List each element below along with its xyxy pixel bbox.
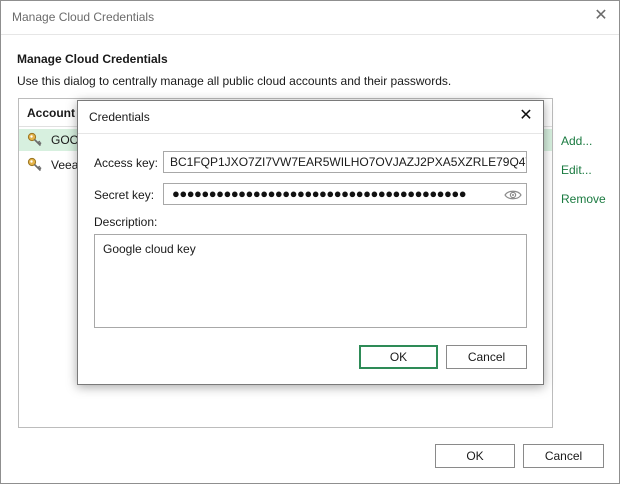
window-title: Manage Cloud Credentials: [12, 10, 155, 24]
access-key-label: Access key:: [94, 156, 159, 170]
add-link[interactable]: Add...: [561, 134, 592, 148]
dialog-cancel-button[interactable]: Cancel: [446, 345, 527, 369]
cancel-button[interactable]: Cancel: [523, 444, 604, 468]
secret-key-field[interactable]: ●●●●●●●●●●●●●●●●●●●●●●●●●●●●●●●●●●●●●●●●: [163, 183, 527, 205]
eye-icon[interactable]: [504, 188, 522, 202]
ok-button[interactable]: OK: [435, 444, 515, 468]
account-column-label: Account: [27, 106, 75, 120]
description-label: Description:: [94, 215, 158, 229]
remove-link[interactable]: Remove: [561, 192, 606, 206]
secret-key-masked: ●●●●●●●●●●●●●●●●●●●●●●●●●●●●●●●●●●●●●●●●: [172, 186, 467, 201]
edit-link[interactable]: Edit...: [561, 163, 592, 177]
window-titlebar: Manage Cloud Credentials ✕: [1, 1, 619, 35]
dialog-ok-button[interactable]: OK: [359, 345, 438, 369]
close-icon[interactable]: ✕: [592, 7, 610, 25]
key-icon: [27, 157, 42, 172]
description-field[interactable]: Google cloud key: [94, 234, 527, 328]
key-icon: [27, 132, 42, 147]
access-key-field[interactable]: BC1FQP1JXO7ZI7VW7EAR5WILHO7OVJAZJ2PXA5XZ…: [163, 151, 527, 173]
account-name: GOO: [51, 133, 80, 147]
section-description: Use this dialog to centrally manage all …: [17, 74, 452, 88]
section-heading: Manage Cloud Credentials: [17, 52, 168, 66]
close-icon[interactable]: ✕: [517, 107, 535, 125]
credentials-dialog: Credentials ✕ Access key: BC1FQP1JXO7ZI7…: [77, 100, 544, 385]
secret-key-label: Secret key:: [94, 188, 155, 202]
dialog-title: Credentials: [89, 110, 150, 124]
dialog-titlebar: Credentials ✕: [78, 101, 543, 134]
